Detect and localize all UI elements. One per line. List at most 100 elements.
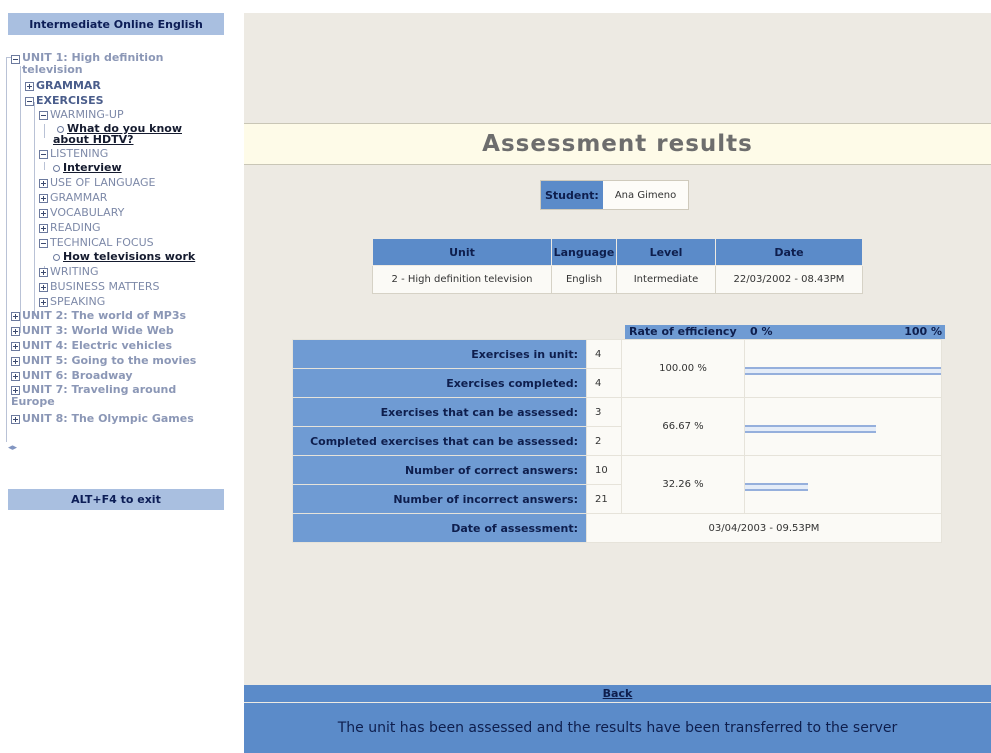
tree-item-what-do-you-know[interactable]: What do you know about HDTV? bbox=[53, 123, 203, 147]
collapse-icon[interactable] bbox=[11, 54, 20, 64]
pct-exercises-completed: 100.00 % bbox=[621, 339, 745, 398]
value-exercises-completed: 4 bbox=[586, 368, 622, 398]
tree-unit-3[interactable]: UNIT 3: World Wide Web bbox=[11, 324, 174, 338]
tree-use-of-language[interactable]: USE OF LANGUAGE bbox=[39, 176, 155, 190]
value-incorrect-answers: 21 bbox=[586, 484, 622, 514]
tree-vocabulary[interactable]: VOCABULARY bbox=[39, 206, 124, 220]
back-bar: Back bbox=[244, 685, 991, 702]
expand-icon[interactable] bbox=[11, 326, 20, 336]
collapse-icon[interactable] bbox=[39, 149, 48, 159]
expand-icon[interactable] bbox=[11, 356, 20, 366]
expand-icon[interactable] bbox=[39, 267, 48, 277]
table-row: Exercises that can be assessed: 3 66.67 … bbox=[292, 397, 942, 456]
circle-icon bbox=[53, 164, 60, 172]
student-box: Student: Ana Gimeno bbox=[540, 180, 690, 210]
value-correct-answers: 10 bbox=[586, 455, 622, 485]
course-title: Intermediate Online English bbox=[8, 13, 224, 35]
tree-unit-1[interactable]: UNIT 1: High definition television bbox=[11, 52, 202, 76]
expand-icon[interactable] bbox=[11, 341, 20, 351]
sidebar: Intermediate Online English UNIT 1: High… bbox=[0, 0, 232, 753]
expand-icon[interactable] bbox=[39, 193, 48, 203]
tree-nav-arrows-icon[interactable]: ◂▸ bbox=[8, 443, 17, 453]
tree-exercises[interactable]: EXERCISES bbox=[25, 94, 104, 108]
circle-icon bbox=[53, 253, 60, 261]
rate-scale-min: 0 % bbox=[750, 325, 773, 338]
label-correct-answers: Number of correct answers: bbox=[292, 455, 587, 485]
expand-icon[interactable] bbox=[11, 311, 20, 321]
table-row: Date of assessment: 03/04/2003 - 09.53PM bbox=[292, 513, 942, 543]
value-exercises-in-unit: 4 bbox=[586, 339, 622, 369]
expand-icon[interactable] bbox=[39, 223, 48, 233]
student-name: Ana Gimeno bbox=[602, 181, 689, 209]
expand-icon[interactable] bbox=[39, 282, 48, 292]
label-exercises-in-unit: Exercises in unit: bbox=[292, 339, 587, 369]
expand-icon[interactable] bbox=[11, 414, 20, 424]
status-message: The unit has been assessed and the resul… bbox=[244, 703, 991, 753]
cell-unit: 2 - High definition television bbox=[372, 265, 552, 294]
cell-language: English bbox=[551, 265, 617, 294]
label-completed-assessable: Completed exercises that can be assessed… bbox=[292, 426, 587, 456]
unit-info-table: Unit Language Level Date 2 - High defini… bbox=[372, 238, 863, 294]
value-date-of-assessment: 03/04/2003 - 09.53PM bbox=[586, 513, 942, 543]
tree-unit-4[interactable]: UNIT 4: Electric vehicles bbox=[11, 339, 172, 353]
label-exercises-completed: Exercises completed: bbox=[292, 368, 587, 398]
header-level: Level bbox=[616, 238, 716, 266]
tree-business-matters[interactable]: BUSINESS MATTERS bbox=[39, 280, 159, 294]
tree-grammar-exercises[interactable]: GRAMMAR bbox=[39, 191, 107, 205]
tree-item-interview[interactable]: Interview bbox=[53, 161, 122, 175]
expand-icon[interactable] bbox=[39, 178, 48, 188]
tree-grammar[interactable]: GRAMMAR bbox=[25, 79, 101, 93]
tree-unit-2[interactable]: UNIT 2: The world of MP3s bbox=[11, 309, 186, 323]
tree-unit-5[interactable]: UNIT 5: Going to the movies bbox=[11, 354, 196, 368]
collapse-icon[interactable] bbox=[39, 238, 48, 248]
page-title: Assessment results bbox=[244, 123, 991, 165]
expand-icon[interactable] bbox=[11, 385, 20, 395]
value-exercises-assessable: 3 bbox=[586, 397, 622, 427]
tree-speaking[interactable]: SPEAKING bbox=[39, 295, 105, 309]
tree-writing[interactable]: WRITING bbox=[39, 265, 98, 279]
header-date: Date bbox=[715, 238, 863, 266]
table-row: 2 - High definition television English I… bbox=[372, 265, 863, 294]
label-incorrect-answers: Number of incorrect answers: bbox=[292, 484, 587, 514]
table-row: Exercises in unit: 4 100.00 % bbox=[292, 339, 942, 398]
tree-listening[interactable]: LISTENING bbox=[39, 147, 108, 161]
expand-icon[interactable] bbox=[11, 371, 20, 381]
tree-item-how-televisions-work[interactable]: How televisions work bbox=[53, 250, 195, 264]
main-panel: Assessment results Student: Ana Gimeno U… bbox=[244, 13, 991, 753]
bar-assessable-completed bbox=[744, 397, 942, 456]
collapse-icon[interactable] bbox=[39, 110, 48, 120]
efficiency-bar bbox=[745, 366, 941, 375]
collapse-icon[interactable] bbox=[25, 96, 34, 106]
bar-exercises-completed bbox=[744, 339, 942, 398]
tree-unit-7[interactable]: UNIT 7: Traveling around Europe bbox=[11, 384, 211, 410]
cell-date: 22/03/2002 - 08.43PM bbox=[715, 265, 863, 294]
back-link[interactable]: Back bbox=[603, 687, 633, 700]
efficiency-bar bbox=[745, 424, 876, 433]
header-unit: Unit bbox=[372, 238, 552, 266]
tree-unit-6[interactable]: UNIT 6: Broadway bbox=[11, 369, 133, 383]
efficiency-bar bbox=[745, 482, 809, 491]
header-language: Language bbox=[551, 238, 617, 266]
cell-level: Intermediate bbox=[616, 265, 716, 294]
table-row: Number of correct answers: 10 32.26 % bbox=[292, 455, 942, 514]
tree-technical-focus[interactable]: TECHNICAL FOCUS bbox=[39, 236, 154, 250]
expand-icon[interactable] bbox=[25, 81, 34, 91]
circle-icon bbox=[57, 125, 64, 133]
pct-correct-answers: 32.26 % bbox=[621, 455, 745, 514]
rate-scale-max: 100 % bbox=[904, 325, 942, 338]
label-exercises-assessable: Exercises that can be assessed: bbox=[292, 397, 587, 427]
tree-reading[interactable]: READING bbox=[39, 221, 101, 235]
expand-icon[interactable] bbox=[39, 297, 48, 307]
exit-hint: ALT+F4 to exit bbox=[8, 489, 224, 510]
pct-assessable-completed: 66.67 % bbox=[621, 397, 745, 456]
bar-correct-answers bbox=[744, 455, 942, 514]
tree-warming-up[interactable]: WARMING-UP bbox=[39, 108, 124, 122]
student-label: Student: bbox=[541, 181, 603, 209]
rate-of-efficiency-header: Rate of efficiency 0 % 100 % bbox=[625, 325, 945, 339]
label-date-of-assessment: Date of assessment: bbox=[292, 513, 587, 543]
tree-unit-8[interactable]: UNIT 8: The Olympic Games bbox=[11, 412, 194, 426]
value-completed-assessable: 2 bbox=[586, 426, 622, 456]
expand-icon[interactable] bbox=[39, 208, 48, 218]
assessment-stats-table: Exercises in unit: 4 100.00 % Exercises … bbox=[292, 339, 942, 543]
rate-scale: 0 % 100 % bbox=[747, 325, 945, 339]
